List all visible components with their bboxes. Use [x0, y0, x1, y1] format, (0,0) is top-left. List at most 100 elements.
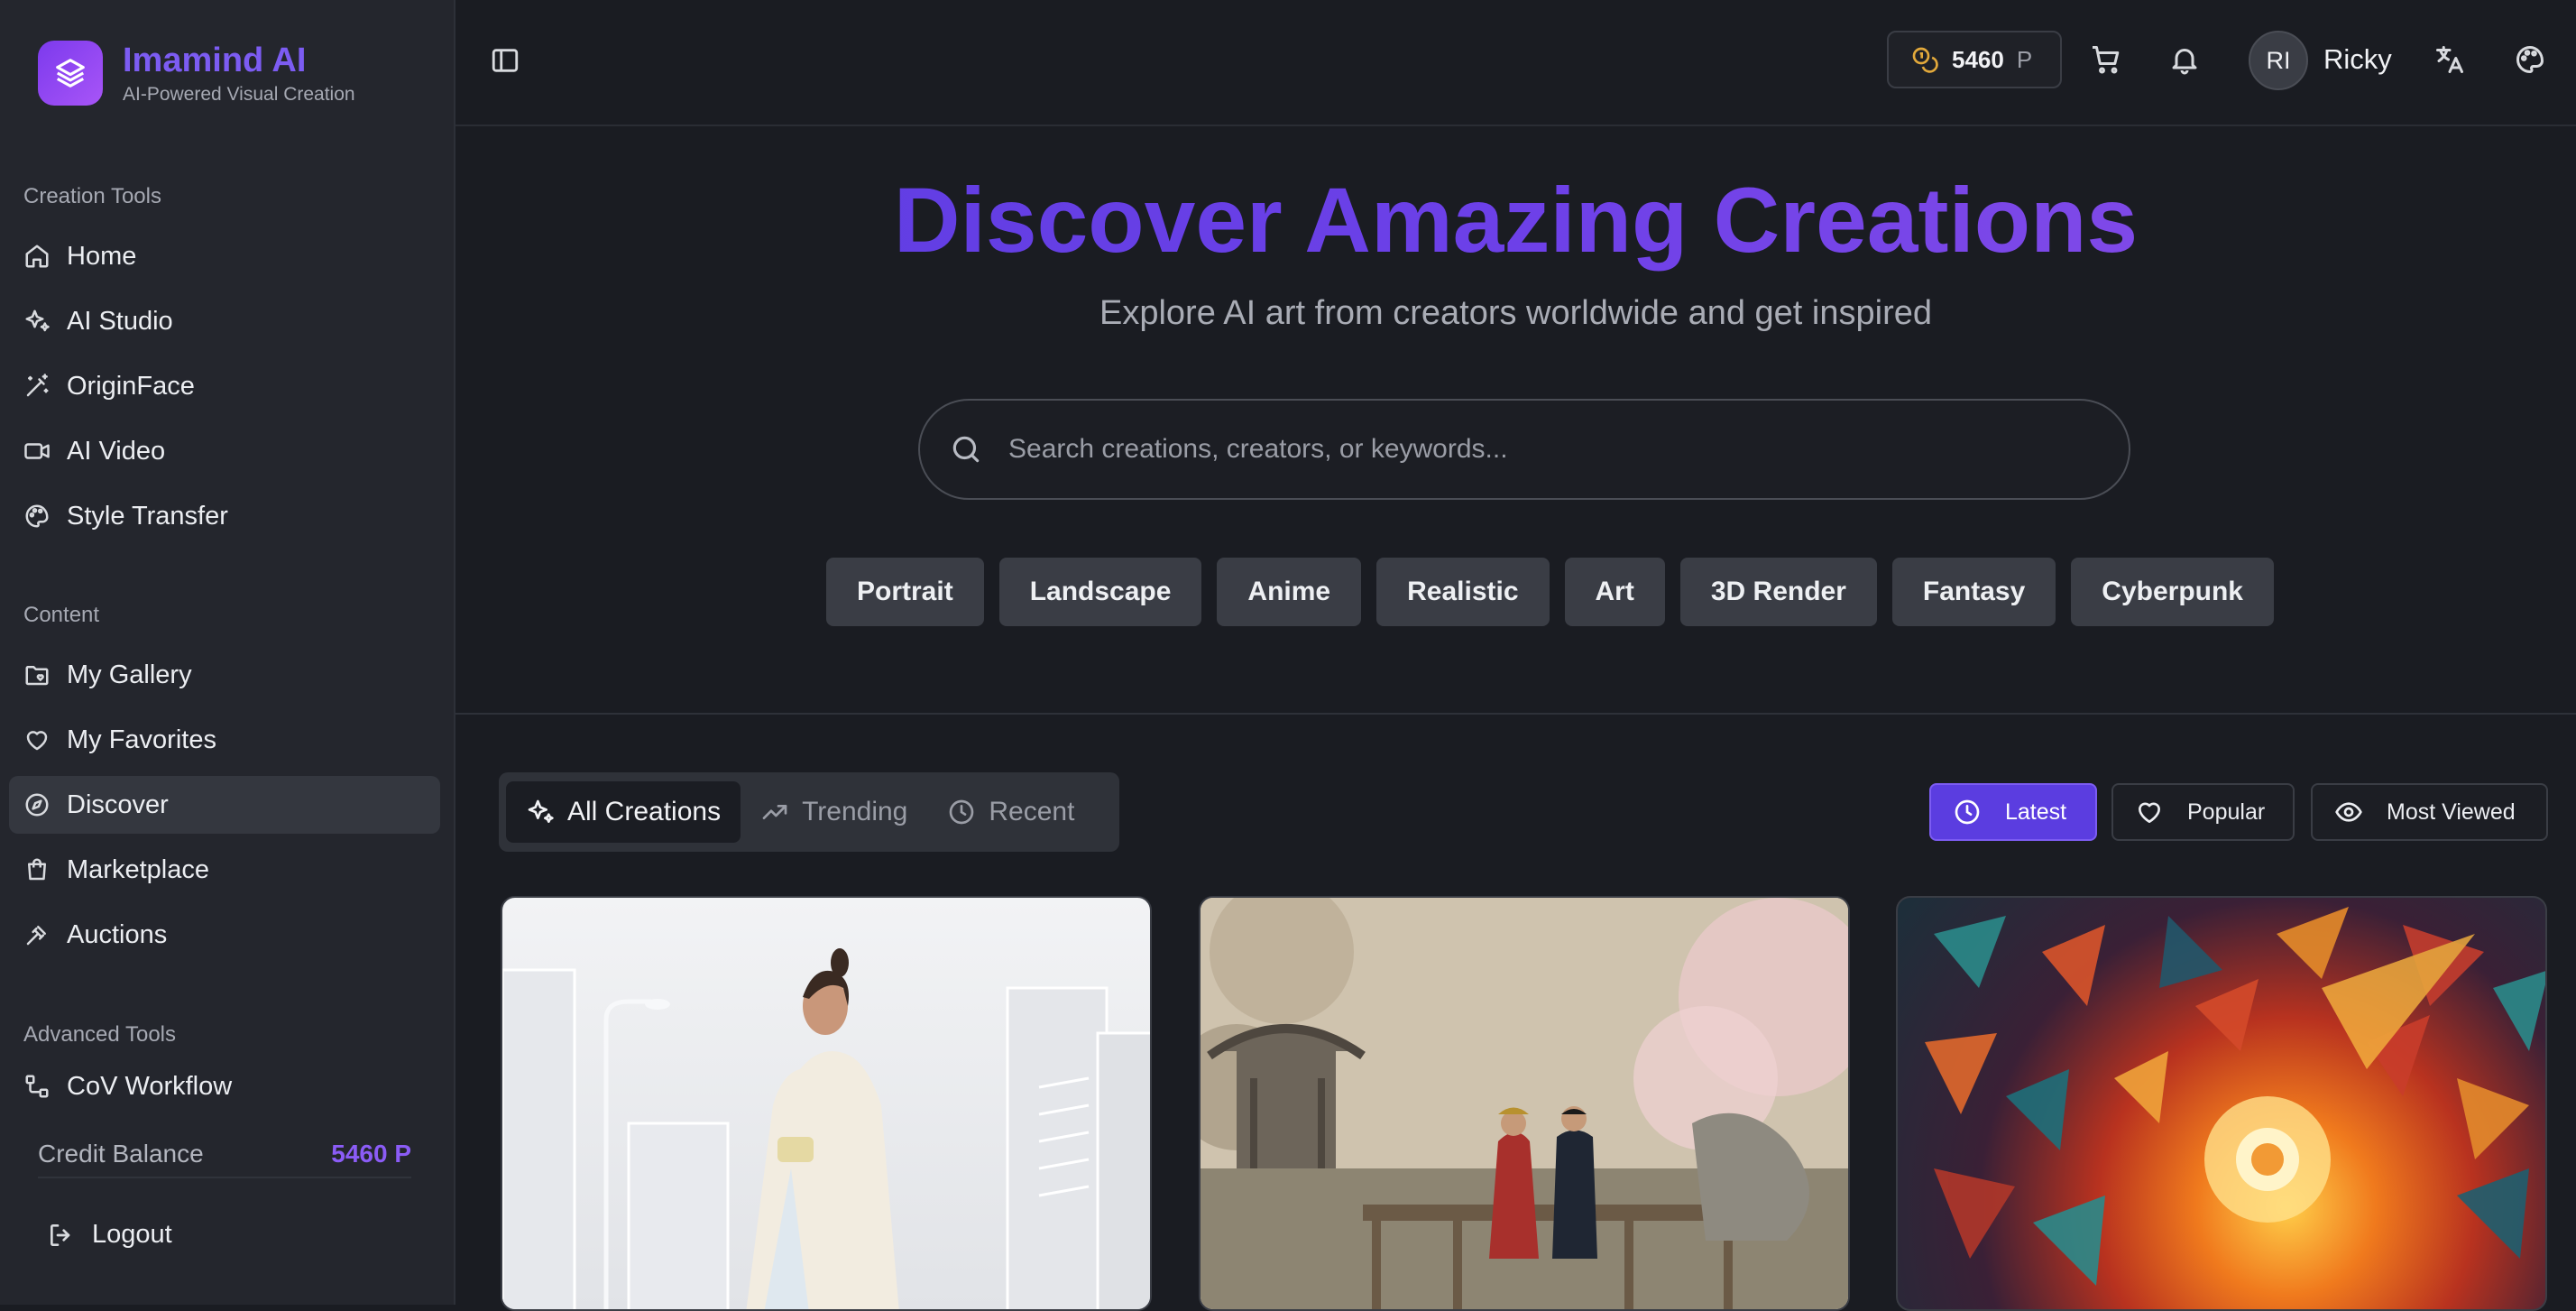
- clock-icon: [1953, 798, 1982, 826]
- compass-icon: [22, 789, 52, 820]
- section-creation-tools: Creation Tools: [23, 184, 161, 208]
- section-divider: [455, 713, 2576, 715]
- sidebar-item-label: Auctions: [67, 919, 168, 949]
- sort-latest-button[interactable]: Latest: [1929, 783, 2097, 841]
- video-icon: [22, 436, 52, 466]
- sidebar-item-label: AI Studio: [67, 306, 173, 336]
- category-chip-anime[interactable]: Anime: [1217, 558, 1362, 626]
- creation-card[interactable]: [1199, 896, 1850, 1311]
- sidebar-item-auctions[interactable]: Auctions: [9, 906, 440, 964]
- heart-icon: [22, 725, 52, 755]
- section-content: Content: [23, 603, 100, 627]
- avatar[interactable]: RI: [2249, 31, 2308, 90]
- tab-label: Trending: [802, 797, 908, 826]
- sidebar-item-label: AI Video: [67, 436, 166, 466]
- sidebar-item-home[interactable]: Home: [9, 227, 440, 285]
- category-chip-portrait[interactable]: Portrait: [826, 558, 984, 626]
- bell-icon[interactable]: [2168, 43, 2201, 80]
- translate-icon[interactable]: [2433, 43, 2466, 80]
- category-chip-3d-render[interactable]: 3D Render: [1679, 558, 1877, 626]
- sidebar-item-cov-workflow[interactable]: CoV Workflow: [9, 1074, 440, 1104]
- sort-label: Most Viewed: [2387, 799, 2516, 825]
- sidebar-item-label: Style Transfer: [67, 501, 228, 531]
- logout-button[interactable]: Logout: [47, 1220, 172, 1250]
- sidebar-scroll-clip: CoV Workflow: [0, 1074, 455, 1104]
- cart-icon[interactable]: [2090, 43, 2122, 80]
- search-icon: [949, 432, 983, 466]
- palette-icon: [22, 501, 52, 531]
- category-chip-landscape[interactable]: Landscape: [998, 558, 1202, 626]
- wand-icon: [22, 371, 52, 402]
- credit-balance: Credit Balance 5460 P: [38, 1131, 411, 1178]
- sidebar-item-ai-video[interactable]: AI Video: [9, 422, 440, 480]
- sidebar-item-originface[interactable]: OriginFace: [9, 357, 440, 415]
- sidebar-item-label: CoV Workflow: [67, 1074, 233, 1101]
- search-bar[interactable]: [918, 399, 2130, 500]
- sidebar-item-label: Discover: [67, 789, 169, 819]
- tab-recent[interactable]: Recent: [927, 781, 1094, 843]
- category-chip-art[interactable]: Art: [1564, 558, 1665, 626]
- tab-label: All Creations: [567, 797, 722, 826]
- abstract-explosion-image: [1925, 907, 2545, 1286]
- brand[interactable]: Imamind AI AI-Powered Visual Creation: [38, 41, 355, 106]
- sidebar-item-label: Home: [67, 241, 137, 271]
- eye-icon: [2334, 798, 2363, 826]
- sidebar-toggle-icon[interactable]: [490, 45, 520, 80]
- points-balance[interactable]: 5460 P: [1887, 31, 2062, 88]
- sort-label: Latest: [2005, 799, 2067, 825]
- sidebar: Imamind AI AI-Powered Visual Creation Cr…: [0, 0, 455, 1305]
- sidebar-item-style-transfer[interactable]: Style Transfer: [9, 487, 440, 545]
- sidebar-item-ai-studio[interactable]: AI Studio: [9, 292, 440, 350]
- category-chip-cyberpunk[interactable]: Cyberpunk: [2071, 558, 2274, 626]
- username[interactable]: Ricky: [2323, 43, 2392, 76]
- points-unit: P: [2016, 45, 2033, 73]
- logout-label: Logout: [92, 1220, 172, 1249]
- coins-icon: [1910, 45, 1939, 74]
- sort-most-viewed-button[interactable]: Most Viewed: [2311, 783, 2548, 841]
- category-chip-realistic[interactable]: Realistic: [1376, 558, 1550, 626]
- top-bar: 5460 P RI Ricky: [455, 0, 2576, 126]
- sidebar-item-label: OriginFace: [67, 371, 195, 401]
- clock-icon: [947, 798, 976, 826]
- brand-name: Imamind AI: [123, 42, 307, 79]
- sparkles-icon: [22, 306, 52, 337]
- tab-label: Recent: [989, 797, 1075, 826]
- home-icon: [22, 241, 52, 272]
- sidebar-item-label: My Favorites: [67, 725, 216, 754]
- sidebar-item-discover[interactable]: Discover: [9, 776, 440, 834]
- category-chips: Portrait Landscape Anime Realistic Art 3…: [826, 558, 2289, 626]
- fashion-portrait-image: [502, 948, 1150, 1309]
- points-value: 5460: [1952, 45, 2004, 73]
- tab-trending[interactable]: Trending: [741, 781, 927, 843]
- category-chip-fantasy[interactable]: Fantasy: [1891, 558, 2056, 626]
- folder-heart-icon: [22, 660, 52, 690]
- creation-card[interactable]: [501, 896, 1152, 1311]
- sidebar-item-my-gallery[interactable]: My Gallery: [9, 646, 440, 704]
- creation-card[interactable]: [1896, 896, 2547, 1311]
- workflow-icon: [22, 1074, 52, 1102]
- credit-balance-value: 5460 P: [331, 1140, 411, 1168]
- sort-popular-button[interactable]: Popular: [2111, 783, 2295, 841]
- credit-balance-label: Credit Balance: [38, 1140, 204, 1168]
- tab-all-creations[interactable]: All Creations: [506, 781, 741, 843]
- sidebar-item-label: Marketplace: [67, 854, 209, 884]
- garden-couple-image: [1201, 898, 1848, 1309]
- creation-tabs: All Creations Trending Recent: [499, 772, 1119, 852]
- trending-up-icon: [760, 798, 789, 826]
- search-input[interactable]: [1007, 433, 2093, 466]
- theme-palette-icon[interactable]: [2514, 43, 2546, 80]
- layers-logo-icon: [38, 41, 103, 106]
- sparkles-icon: [526, 798, 555, 826]
- shopping-bag-icon: [22, 854, 52, 885]
- heart-icon: [2135, 798, 2164, 826]
- logout-icon: [47, 1221, 76, 1250]
- sidebar-item-marketplace[interactable]: Marketplace: [9, 841, 440, 899]
- sort-label: Popular: [2187, 799, 2266, 825]
- sidebar-item-label: My Gallery: [67, 660, 192, 689]
- page-subtitle: Explore AI art from creators worldwide a…: [1099, 294, 1932, 332]
- page-title: Discover Amazing Creations: [455, 166, 2576, 274]
- section-advanced-tools: Advanced Tools: [23, 1022, 177, 1047]
- brand-tagline: AI-Powered Visual Creation: [123, 84, 355, 105]
- sidebar-item-my-favorites[interactable]: My Favorites: [9, 711, 440, 769]
- gavel-icon: [22, 919, 52, 950]
